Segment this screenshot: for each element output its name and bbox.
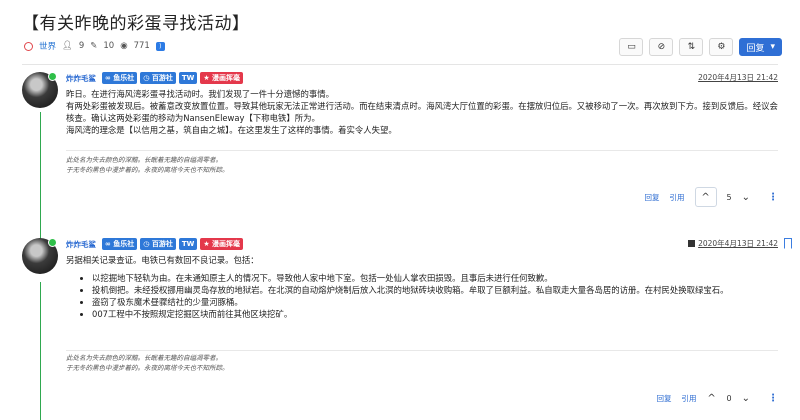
posts-count: 10: [103, 41, 115, 51]
paragraph: 另据相关记录查证。电铁已有数回不良记录。包括：: [66, 255, 259, 265]
downvote-icon[interactable]: ⌄: [742, 393, 750, 404]
paragraph: 海风湾的理念是【以信用之基，筑自由之城】。在这里发生了这样的事情。着实令人失望。: [66, 125, 397, 135]
paragraph: 昨日。在进行海风湾彩蛋寻找活动时。我们发现了一件十分遗憾的事情。: [66, 89, 334, 99]
category-link[interactable]: 世界: [39, 40, 56, 52]
upvote-icon[interactable]: ^: [707, 388, 717, 408]
rss-icon[interactable]: ): [155, 41, 165, 51]
sort-icon[interactable]: ⇅: [679, 38, 704, 56]
post-date[interactable]: 2020年4月13日 21:42: [698, 72, 778, 83]
mute-icon[interactable]: ⊘: [649, 38, 674, 56]
quote-link[interactable]: 引用: [682, 393, 697, 404]
list-item: 投机倒把。未经授权挪用幽灵岛存放的地狱岩。在北溟的自动熔炉烧制后放入北溟的地狱砖…: [92, 284, 778, 296]
group-badge[interactable]: ★ 漫画挥毫: [200, 238, 244, 250]
reply-link[interactable]: 回复: [645, 192, 660, 203]
reply-link[interactable]: 回复: [657, 393, 672, 404]
group-badge[interactable]: TW: [178, 238, 198, 250]
post-header: 炸炸毛鲨 ∞ 鱼乐社 ◷ 百游社 TW ★ 漫画挥毫: [66, 72, 244, 84]
more-options-icon[interactable]: ⋮: [768, 192, 778, 203]
posters-count: 9: [78, 41, 85, 51]
group-badge[interactable]: ◷ 百游社: [140, 72, 176, 84]
post-2: 炸炸毛鲨 ∞ 鱼乐社 ◷ 百游社 TW ★ 漫画挥毫 2020年4月13日 21…: [22, 238, 792, 408]
signature-divider: [66, 150, 778, 151]
gear-icon[interactable]: ⚙: [709, 38, 734, 56]
upvote-icon[interactable]: ^: [694, 187, 717, 207]
list: 以挖掘地下轻轨为由。在未通知原主人的情况下。导致他人家中地下室。包括一处仙人掌农…: [66, 272, 778, 320]
post-header: 炸炸毛鲨 ∞ 鱼乐社 ◷ 百游社 TW ★ 漫画挥毫: [66, 238, 244, 250]
group-badge[interactable]: ★ 漫画挥毫: [200, 72, 244, 84]
vote-count[interactable]: 0: [727, 394, 732, 403]
eye-icon: ◉: [120, 41, 128, 51]
post-1: 炸炸毛鲨 ∞ 鱼乐社 ◷ 百游社 TW ★ 漫画挥毫 2020年4月13日 21…: [22, 72, 778, 222]
header-divider: [22, 64, 778, 65]
username[interactable]: 炸炸毛鲨: [66, 239, 96, 250]
pencil-icon: ✎: [90, 41, 98, 51]
downvote-icon[interactable]: ⌄: [742, 192, 750, 203]
post-actions: 回复 引用 ^ 5 ⌄ ⋮: [645, 187, 778, 207]
inbox-icon[interactable]: ▭: [619, 38, 644, 56]
signature: 此处名为失去颜色的深黯。长眠着无趣的自缢凋零者。 于无冬的黑色中漫步着的。永夜的…: [66, 354, 229, 372]
group-badge[interactable]: ◷ 百游社: [140, 238, 176, 250]
online-status-icon: [48, 238, 57, 247]
group-badge[interactable]: ∞ 鱼乐社: [102, 72, 138, 84]
post-content: 另据相关记录查证。电铁已有数回不良记录。包括： 以挖掘地下轻轨为由。在未通知原主…: [66, 254, 778, 320]
group-badge[interactable]: ∞ 鱼乐社: [102, 238, 138, 250]
vote-count[interactable]: 5: [727, 193, 732, 202]
username[interactable]: 炸炸毛鲨: [66, 73, 96, 84]
group-badge[interactable]: TW: [178, 72, 198, 84]
user-icon: 👤︎: [62, 41, 73, 51]
quote-link[interactable]: 引用: [670, 192, 685, 203]
post-content: 昨日。在进行海风湾彩蛋寻找活动时。我们发现了一件十分遗憾的事情。 有两处彩蛋被发…: [66, 88, 778, 136]
edit-icon: [688, 240, 696, 247]
views-count: 771: [133, 41, 150, 51]
topic-meta: 世界 👤︎ 9 ✎ 10 ◉ 771 ): [24, 40, 165, 52]
online-status-icon: [48, 72, 57, 81]
more-options-icon[interactable]: ⋮: [768, 393, 778, 404]
signature-divider: [66, 350, 778, 351]
reply-button[interactable]: 回复 ▾: [739, 38, 782, 56]
bookmark-icon[interactable]: [784, 238, 792, 249]
post-date[interactable]: 2020年4月13日 21:42: [688, 238, 778, 249]
paragraph: 有两处彩蛋被发现后。被蓄意改变放置位置。导致其他玩家无法正常进行活动。而在结束清…: [66, 101, 778, 123]
topic-toolbar: ▭ ⊘ ⇅ ⚙ 回复 ▾: [619, 38, 782, 56]
signature: 此处名为失去颜色的深黯。长眠着无趣的自缢凋零者。 于无冬的黑色中漫步着的。永夜的…: [66, 156, 229, 174]
category-circle-icon: [24, 41, 33, 51]
list-item: 007工程中不按照规定挖掘区块而前往其他区块挖矿。: [92, 308, 778, 320]
reply-button-label: 回复: [746, 43, 765, 54]
page-title: 【有关昨晚的彩蛋寻找活动】: [22, 14, 250, 34]
list-item: 盗窃了极东魔术昼骤结社的少量河豚桶。: [92, 296, 778, 308]
post-actions: 回复 引用 ^ 0 ⌄ ⋮: [657, 388, 778, 408]
chevron-down-icon[interactable]: ▾: [770, 42, 775, 52]
list-item: 以挖掘地下轻轨为由。在未通知原主人的情况下。导致他人家中地下室。包括一处仙人掌农…: [92, 272, 778, 284]
